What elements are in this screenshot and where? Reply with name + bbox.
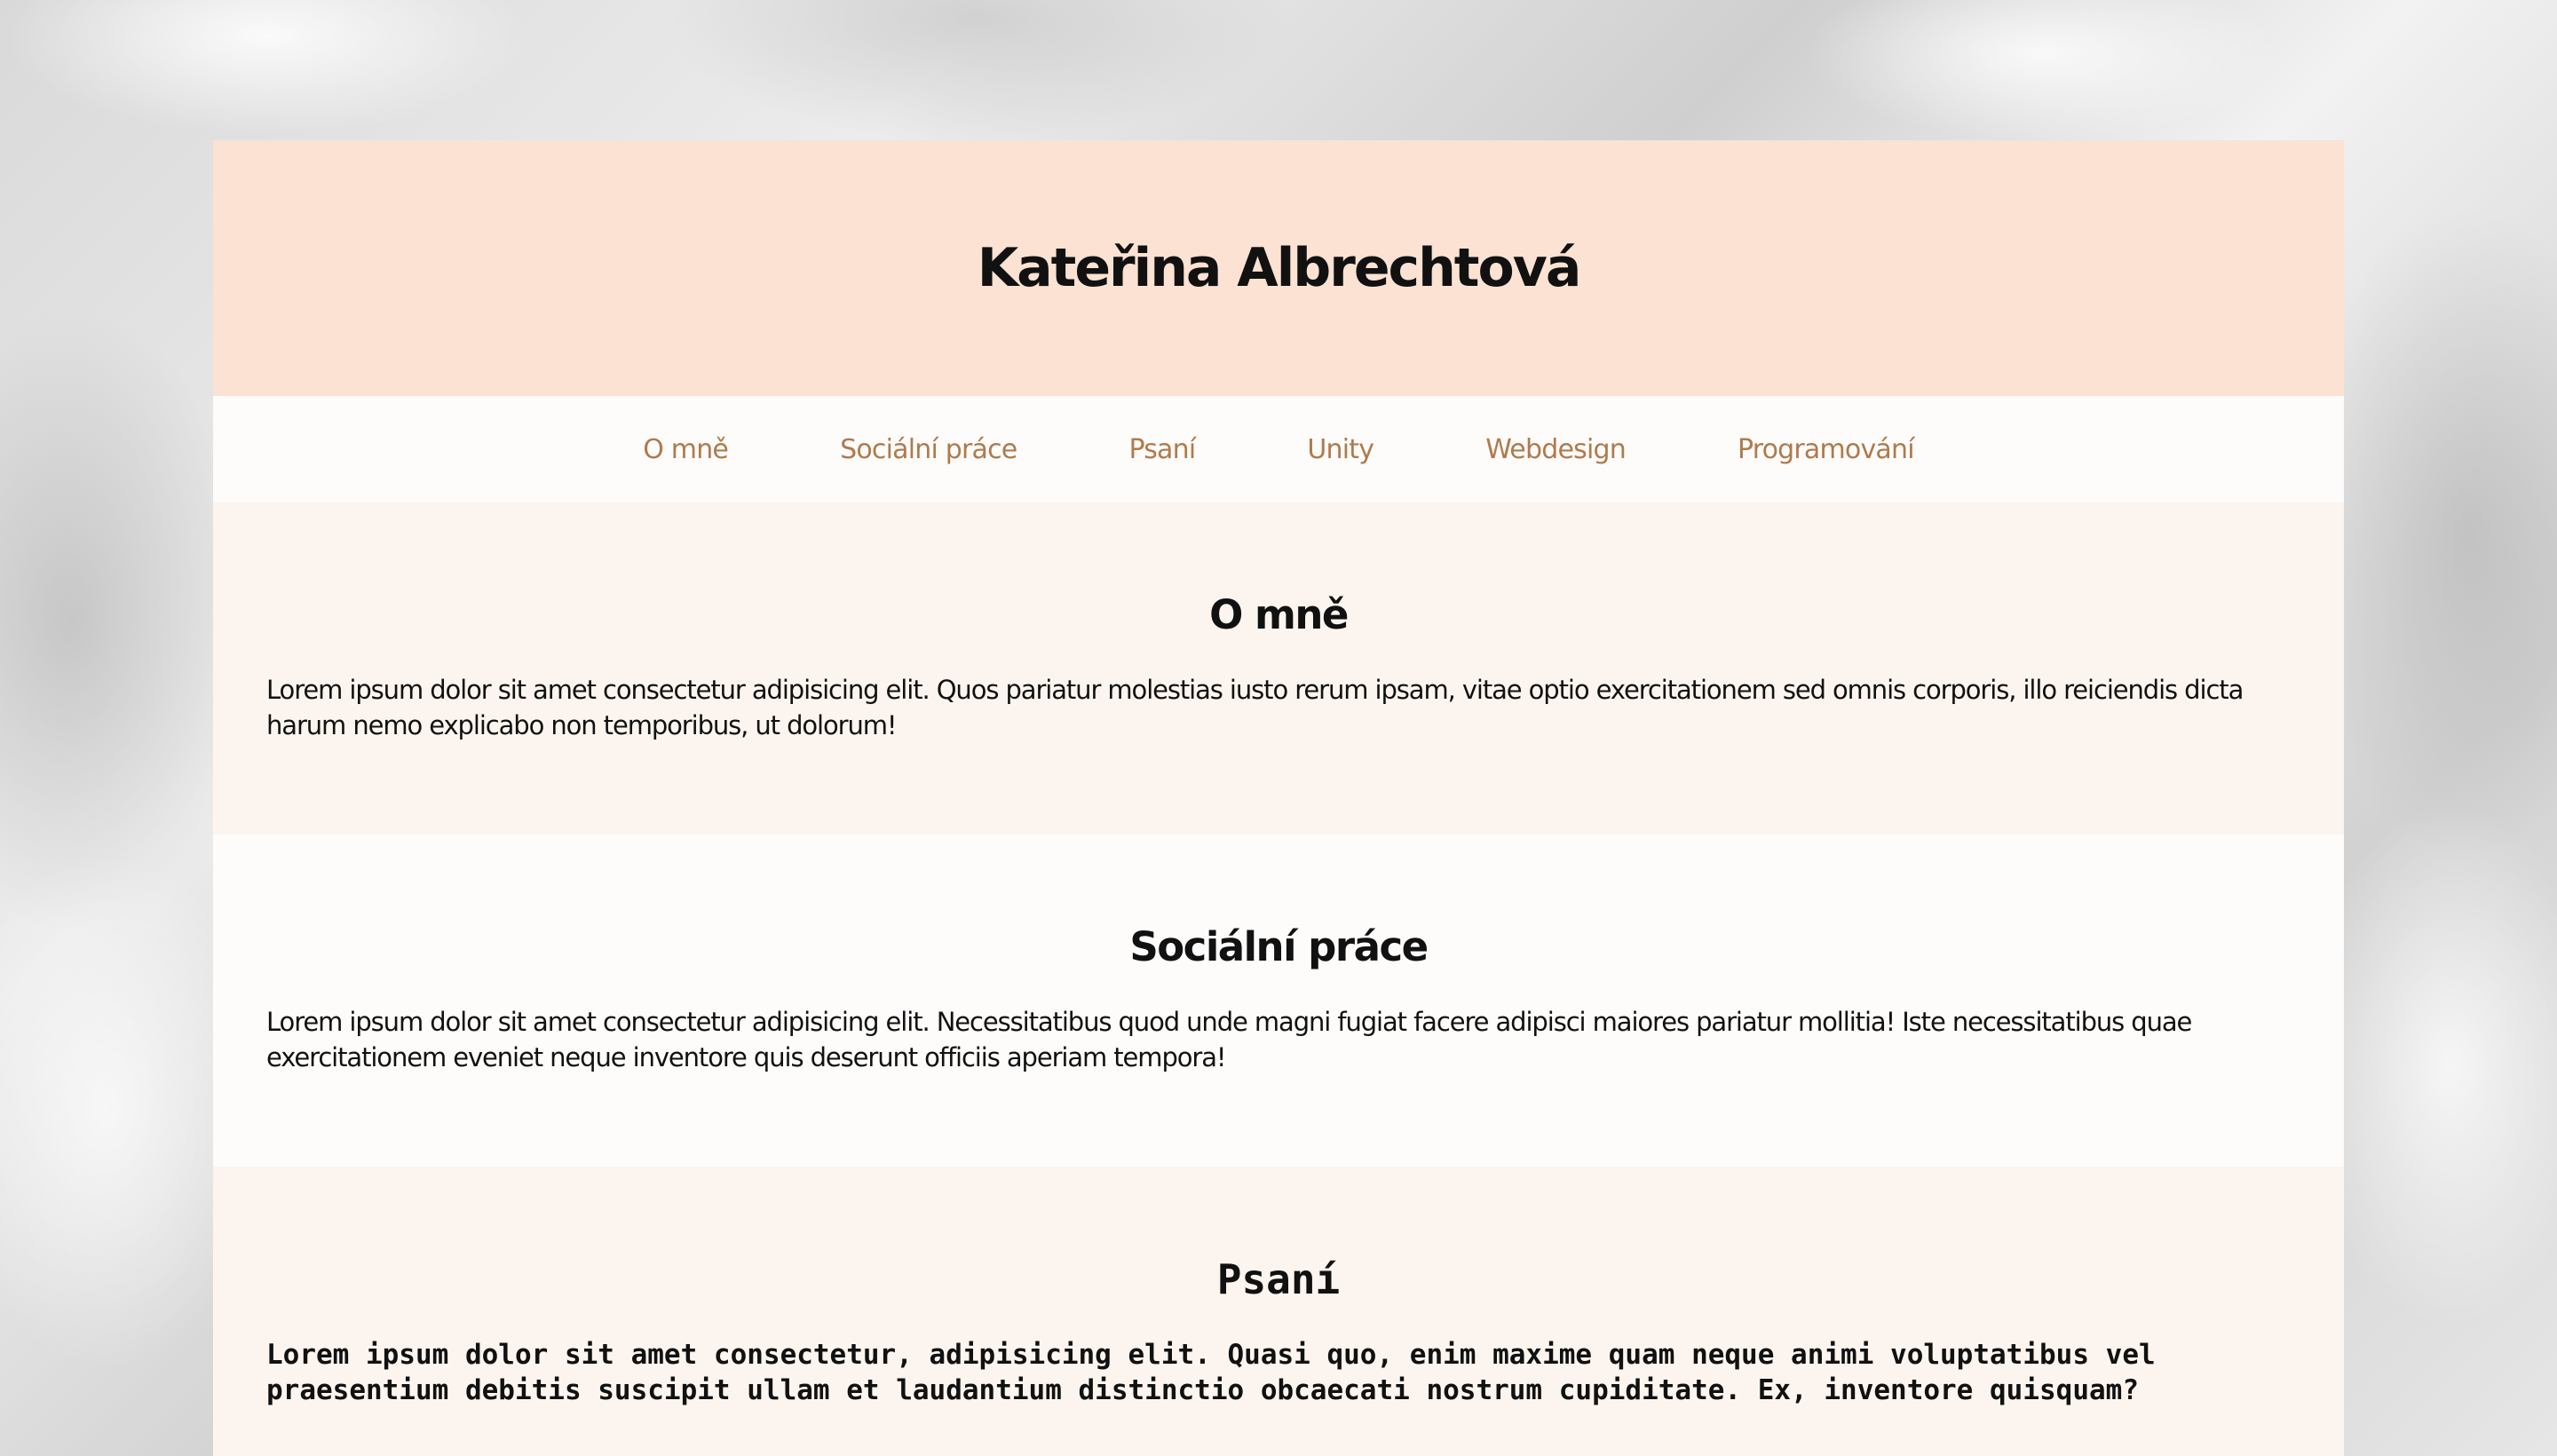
section-heading: Sociální práce [1129, 923, 1429, 970]
nav-link-o-mne[interactable]: O mně [587, 434, 784, 465]
page-container: Kateřina Albrechtová O mně Sociální prác… [213, 140, 2344, 1456]
nav-link-psani[interactable]: Psaní [1073, 434, 1251, 465]
section-heading: Psaní [1216, 1255, 1341, 1303]
main-nav: O mně Sociální práce Psaní Unity Webdesi… [213, 396, 2344, 502]
section-psani: Psaní Lorem ipsum dolor sit amet consect… [213, 1167, 2344, 1456]
nav-link-unity[interactable]: Unity [1251, 434, 1429, 465]
site-header: Kateřina Albrechtová [213, 140, 2344, 396]
section-text: Lorem ipsum dolor sit amet consectetur a… [266, 675, 2244, 740]
section-text: Lorem ipsum dolor sit amet consectetur a… [266, 1007, 2192, 1072]
nav-link-socialni-prace[interactable]: Sociální práce [784, 434, 1073, 465]
section-text: Lorem ipsum dolor sit amet consectetur, … [266, 1339, 2156, 1406]
section-o-mne: O mně Lorem ipsum dolor sit amet consect… [213, 502, 2344, 835]
nav-link-webdesign[interactable]: Webdesign [1429, 434, 1682, 465]
section-socialni-prace: Sociální práce Lorem ipsum dolor sit ame… [213, 835, 2344, 1167]
section-heading: O mně [1209, 591, 1349, 638]
site-title: Kateřina Albrechtová [977, 237, 1582, 299]
nav-link-programovani[interactable]: Programování [1682, 434, 1970, 465]
